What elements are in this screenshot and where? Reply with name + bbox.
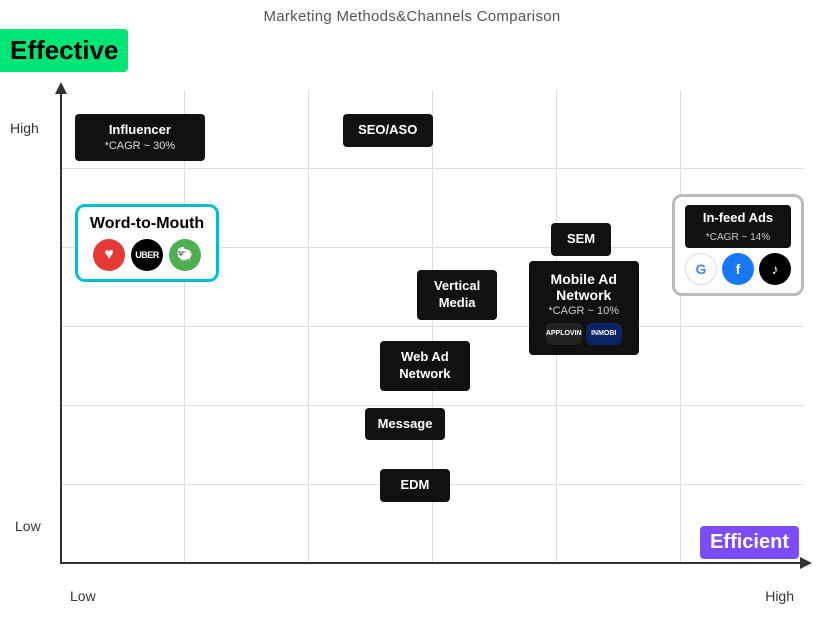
message-label: Message: [375, 416, 435, 433]
edm-item: EDM: [380, 469, 450, 502]
facebook-logo: f: [722, 253, 754, 285]
influencer-label: Influencer: [85, 122, 195, 139]
seo-aso-label: SEO/ASO: [353, 122, 423, 139]
heart-logo: ♥: [93, 239, 125, 271]
web-ad-network-item: Web AdNetwork: [380, 341, 470, 391]
infeed-sub: *CAGR ~ 14%: [685, 230, 791, 248]
x-axis-high-label: High: [765, 588, 794, 604]
y-axis: [60, 90, 62, 564]
uber-logo: UBER: [131, 239, 163, 271]
mobile-ad-sub: *CAGR ~ 10%: [539, 305, 629, 317]
chart-area: High Low Low High Efficient Influencer *…: [60, 90, 804, 564]
vertical-media-item: VerticalMedia: [417, 270, 497, 320]
mobile-ad-logos: APPLOVIN INMOBI: [539, 323, 629, 345]
y-axis-high-label: High: [10, 120, 39, 136]
influencer-sub: *CAGR ~ 30%: [85, 139, 195, 153]
x-axis: [60, 562, 804, 564]
word-to-mouth-item: Word-to-Mouth ♥ UBER 🐑: [75, 204, 219, 282]
tiktok-logo: ♪: [759, 253, 791, 285]
edm-label: EDM: [390, 477, 440, 494]
applovin-logo: APPLOVIN: [546, 323, 582, 345]
sheep-logo: 🐑: [169, 239, 201, 271]
infeed-logos: G f ♪: [685, 253, 791, 285]
message-item: Message: [365, 408, 445, 441]
y-axis-low-label: Low: [15, 518, 41, 534]
efficient-label: Efficient: [700, 526, 799, 559]
seo-aso-item: SEO/ASO: [343, 114, 433, 147]
web-ad-label: Web AdNetwork: [390, 349, 460, 383]
inmobi-logo: INMOBI: [586, 323, 622, 345]
mobile-ad-network-item: Mobile AdNetwork *CAGR ~ 10% APPLOVIN IN…: [529, 261, 639, 355]
sem-item: SEM: [551, 223, 611, 256]
effective-label: Effective: [0, 29, 128, 72]
x-axis-low-label: Low: [70, 588, 96, 604]
word-to-mouth-logos: ♥ UBER 🐑: [90, 239, 204, 271]
infeed-ads-item: In-feed Ads *CAGR ~ 14% G f ♪: [672, 194, 804, 296]
mobile-ad-label: Mobile AdNetwork: [539, 271, 629, 303]
vertical-media-label: VerticalMedia: [427, 278, 487, 312]
infeed-label: In-feed Ads: [685, 205, 791, 230]
sem-label: SEM: [561, 231, 601, 248]
chart-title: Marketing Methods&Channels Comparison: [0, 0, 824, 25]
influencer-item: Influencer *CAGR ~ 30%: [75, 114, 205, 161]
word-to-mouth-label: Word-to-Mouth: [90, 215, 204, 233]
google-logo: G: [685, 253, 717, 285]
